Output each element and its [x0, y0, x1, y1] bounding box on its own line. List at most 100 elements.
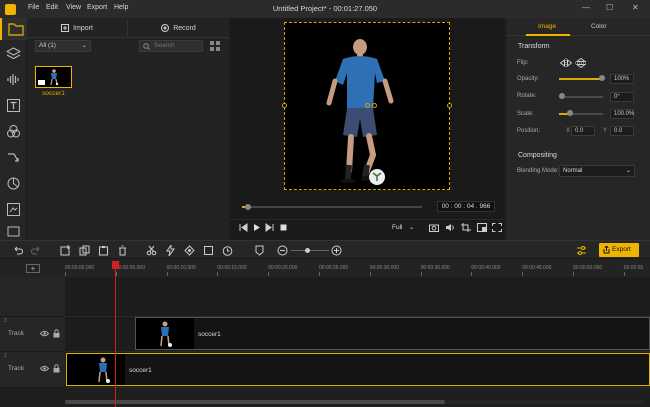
- rotate-handle[interactable]: [372, 103, 377, 108]
- maximize-icon[interactable]: ☐: [606, 3, 613, 12]
- opacity-slider[interactable]: [559, 75, 605, 81]
- scale-slider[interactable]: [559, 110, 603, 116]
- tool-audio[interactable]: [6, 72, 21, 87]
- eye-icon[interactable]: [40, 330, 49, 337]
- crop-tool-icon[interactable]: [203, 245, 214, 256]
- add-track-icon[interactable]: +: [26, 264, 40, 273]
- undo-icon[interactable]: [12, 245, 23, 256]
- record-button[interactable]: Record: [128, 20, 229, 36]
- quality-select[interactable]: Full ⌄: [392, 222, 418, 233]
- preview-canvas[interactable]: [282, 22, 452, 190]
- prev-frame-icon[interactable]: [239, 223, 248, 232]
- tool-more[interactable]: [6, 224, 21, 239]
- position-x-input[interactable]: 0.0: [571, 126, 595, 136]
- zoom-in-icon[interactable]: [331, 245, 342, 256]
- flip-horizontal-icon[interactable]: [560, 58, 572, 68]
- rotate-slider[interactable]: [559, 93, 603, 99]
- crop-icon[interactable]: [461, 223, 471, 232]
- lock-icon[interactable]: [53, 364, 60, 373]
- copy-icon[interactable]: [79, 245, 90, 256]
- resize-handle-right[interactable]: [447, 103, 452, 108]
- playback-progress-bar[interactable]: [242, 204, 422, 210]
- tool-media[interactable]: [0, 18, 27, 40]
- blend-mode-select[interactable]: Normal ⌄: [559, 165, 635, 177]
- next-frame-icon[interactable]: [265, 223, 274, 232]
- timeline-ruler[interactable]: + 00:00:00.000 00:00:05.000 00:00:10.000 00…: [0, 259, 650, 277]
- zoom-slider-knob[interactable]: [305, 248, 310, 253]
- delete-icon[interactable]: [117, 245, 128, 256]
- playhead-line[interactable]: [115, 262, 116, 407]
- tab-image[interactable]: Image: [538, 23, 556, 30]
- search-input[interactable]: Search: [139, 40, 203, 52]
- ruler-tick-mark: [369, 272, 371, 276]
- tool-text[interactable]: [6, 98, 21, 113]
- tool-transitions[interactable]: [6, 150, 21, 165]
- position-y-input[interactable]: 0.0: [610, 126, 634, 136]
- rotate-slider-knob[interactable]: [559, 93, 565, 99]
- blend-mode-value: Normal: [563, 168, 583, 174]
- scale-slider-knob[interactable]: [567, 110, 573, 116]
- volume-icon[interactable]: [445, 223, 455, 232]
- scale-input[interactable]: 100.0%: [610, 109, 634, 119]
- flip-vertical-icon[interactable]: [575, 58, 587, 68]
- settings-sliders-icon[interactable]: [576, 245, 587, 256]
- preview-window-icon[interactable]: [477, 223, 487, 232]
- grid-view-icon[interactable]: [209, 40, 221, 52]
- close-icon[interactable]: ✕: [632, 3, 639, 12]
- ruler-tick-mark: [471, 272, 473, 276]
- zoom-slider[interactable]: [291, 248, 329, 253]
- ruler-tick-mark: [217, 272, 219, 276]
- stop-icon[interactable]: [279, 223, 288, 232]
- track-lane-empty[interactable]: [65, 277, 650, 317]
- keyframe-icon[interactable]: [184, 245, 195, 256]
- timeline-clip[interactable]: soccer1: [135, 317, 650, 350]
- speed-icon[interactable]: [165, 245, 176, 256]
- rotate-input[interactable]: 0°: [610, 92, 634, 102]
- play-icon[interactable]: [252, 223, 261, 232]
- opacity-label: Opacity:: [517, 76, 540, 82]
- tool-layers[interactable]: [6, 46, 21, 61]
- tool-overlays[interactable]: [6, 176, 21, 191]
- ruler-tick-label: 00:00:10.000: [166, 265, 196, 271]
- resize-handle-left[interactable]: [282, 103, 287, 108]
- lock-icon[interactable]: [53, 329, 60, 338]
- anchor-handle[interactable]: [365, 103, 370, 108]
- tool-elements[interactable]: [6, 202, 21, 217]
- ruler-tick-mark: [65, 272, 66, 276]
- transform-heading: Transform: [518, 43, 550, 50]
- timeline-scroll-thumb[interactable]: [65, 400, 445, 404]
- opacity-slider-knob[interactable]: [599, 75, 605, 81]
- track-lane-2[interactable]: soccer1: [65, 352, 650, 388]
- playhead-handle[interactable]: [112, 261, 119, 269]
- player-thumbnail-icon: [160, 321, 172, 347]
- timeline-tracks: 3 Track soccer1 2 Track soccer1: [0, 277, 650, 407]
- timeline-clip-selected[interactable]: soccer1: [66, 353, 650, 386]
- media-item-label: soccer1: [42, 90, 65, 97]
- timeline-scrollbar[interactable]: [65, 400, 645, 404]
- clip-label: soccer1: [198, 331, 221, 338]
- eye-icon[interactable]: [40, 365, 49, 372]
- ruler-tick-label: 00:00:20.000: [268, 265, 298, 271]
- split-icon[interactable]: [146, 245, 157, 256]
- add-media-icon[interactable]: [60, 245, 71, 256]
- tool-filters[interactable]: [6, 124, 21, 139]
- minimize-icon[interactable]: —: [582, 3, 590, 12]
- media-thumbnail[interactable]: [35, 66, 72, 88]
- import-button[interactable]: Import: [27, 20, 128, 36]
- zoom-out-icon[interactable]: [277, 245, 288, 256]
- ruler-tick-label: 00:00:50.000: [573, 265, 603, 271]
- tab-color[interactable]: Color: [591, 23, 607, 30]
- redo-icon[interactable]: [31, 245, 42, 256]
- paste-icon[interactable]: [98, 245, 109, 256]
- edit-toolbar: Export: [0, 240, 650, 259]
- snapshot-icon[interactable]: [429, 223, 439, 232]
- track-lane-3[interactable]: soccer1: [65, 317, 650, 352]
- marker-icon[interactable]: [254, 245, 265, 256]
- duration-icon[interactable]: [222, 245, 233, 256]
- export-button[interactable]: Export: [599, 243, 639, 257]
- playhead-knob[interactable]: [245, 204, 252, 210]
- opacity-input[interactable]: 100%: [610, 74, 634, 84]
- media-filter-select[interactable]: All (1) ⌄: [35, 40, 91, 52]
- fullscreen-icon[interactable]: [492, 223, 502, 232]
- search-placeholder: Search: [154, 42, 175, 49]
